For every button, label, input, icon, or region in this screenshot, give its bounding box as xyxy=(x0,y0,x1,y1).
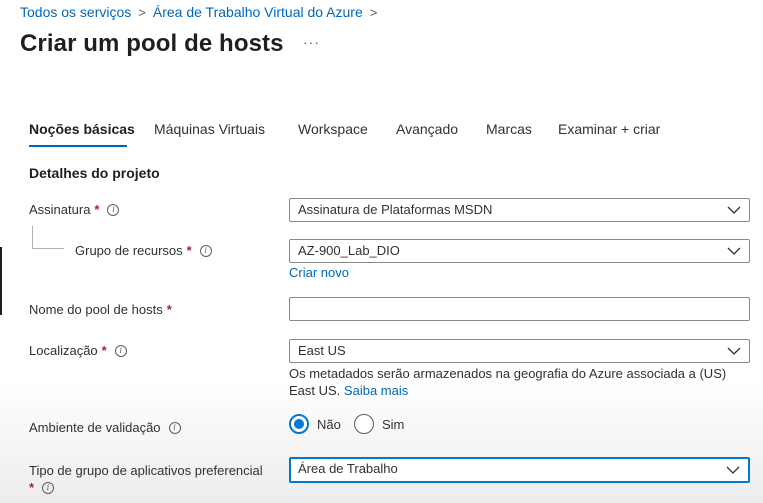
validation-env-label-text: Ambiente de validação xyxy=(29,420,161,435)
location-help-line-2: East US. Saiba mais xyxy=(289,382,754,399)
required-marker: * xyxy=(29,480,35,495)
chevron-down-icon xyxy=(726,466,740,474)
info-icon[interactable]: i xyxy=(42,481,55,494)
pool-name-input[interactable] xyxy=(289,297,750,321)
app-group-type-label-text: Tipo de grupo de aplicativos preferencia… xyxy=(29,463,263,478)
required-marker: * xyxy=(186,243,192,258)
required-marker: * xyxy=(94,202,100,217)
radio-label-yes: Sim xyxy=(382,416,405,432)
tab-tags[interactable]: Marcas xyxy=(486,121,532,137)
tab-basics[interactable]: Noções básicas xyxy=(29,121,135,137)
location-label: Localização * i xyxy=(29,343,127,358)
app-group-type-label: Tipo de grupo de aplicativos preferencia… xyxy=(29,463,263,478)
info-icon[interactable]: i xyxy=(107,203,120,216)
chevron-down-icon xyxy=(727,206,741,214)
validation-env-label: Ambiente de validação i xyxy=(29,420,181,435)
info-icon[interactable]: i xyxy=(199,244,212,257)
location-help-line-1: Os metadados serão armazenados na geogra… xyxy=(289,366,727,381)
create-new-link[interactable]: Criar novo xyxy=(289,265,349,280)
pool-name-label: Nome do pool de hosts * xyxy=(29,302,172,317)
page-title: Criar um pool de hosts xyxy=(20,30,284,57)
chevron-down-icon xyxy=(727,247,741,255)
chevron-down-icon xyxy=(727,347,741,355)
pool-name-label-text: Nome do pool de hosts xyxy=(29,302,163,317)
subscription-select[interactable]: Assinatura de Plataformas MSDN xyxy=(289,198,750,222)
breadcrumb-separator: > xyxy=(138,4,146,20)
more-options-button[interactable]: ··· xyxy=(303,34,320,50)
info-icon[interactable]: i xyxy=(168,421,181,434)
active-tab-indicator xyxy=(29,145,127,147)
radio-button-checked[interactable] xyxy=(289,414,309,434)
subscription-label: Assinatura * i xyxy=(29,202,120,217)
location-label-text: Localização xyxy=(29,343,98,358)
location-select[interactable]: East US xyxy=(289,339,750,363)
radio-label-no: Não xyxy=(317,416,341,432)
resource-group-label: Grupo de recursos * i xyxy=(75,243,212,258)
subscription-label-text: Assinatura xyxy=(29,202,91,217)
learn-more-link[interactable]: Saiba mais xyxy=(344,383,408,398)
resource-group-select[interactable]: AZ-900_Lab_DIO xyxy=(289,239,750,263)
app-group-type-value: Área de Trabalho xyxy=(298,461,398,476)
breadcrumb: Todos os serviços > Área de Trabalho Vir… xyxy=(20,4,384,20)
required-marker: * xyxy=(101,343,107,358)
radio-button-unchecked[interactable] xyxy=(354,414,374,434)
breadcrumb-link-all-services[interactable]: Todos os serviços xyxy=(20,4,131,20)
app-group-type-select[interactable]: Área de Trabalho xyxy=(289,457,750,483)
tab-virtual-machines[interactable]: Máquinas Virtuais xyxy=(154,121,265,137)
breadcrumb-separator: > xyxy=(369,4,378,20)
radio-option-no[interactable]: Não xyxy=(289,414,341,434)
location-value: East US xyxy=(298,343,346,358)
tab-workspace[interactable]: Workspace xyxy=(298,121,368,137)
breadcrumb-link-avd[interactable]: Área de Trabalho Virtual do Azure xyxy=(153,4,363,20)
tab-advanced[interactable]: Avançado xyxy=(396,121,458,137)
resource-group-label-text: Grupo de recursos xyxy=(75,243,183,258)
tree-connector-vertical xyxy=(32,226,33,248)
left-edge-bar xyxy=(0,247,2,315)
location-help-text: Os metadados serão armazenados na geogra… xyxy=(289,365,754,399)
radio-option-yes[interactable]: Sim xyxy=(354,414,404,434)
tree-connector-horizontal xyxy=(32,248,64,249)
resource-group-value: AZ-900_Lab_DIO xyxy=(298,243,400,258)
required-marker: * xyxy=(166,302,172,317)
section-title: Detalhes do projeto xyxy=(29,165,160,181)
subscription-value: Assinatura de Plataformas MSDN xyxy=(298,202,493,217)
location-help-region: East US. xyxy=(289,383,341,398)
tab-review-create[interactable]: Examinar + criar xyxy=(558,121,660,137)
info-icon[interactable]: i xyxy=(114,344,127,357)
app-group-type-label-line2: * i xyxy=(29,480,55,495)
